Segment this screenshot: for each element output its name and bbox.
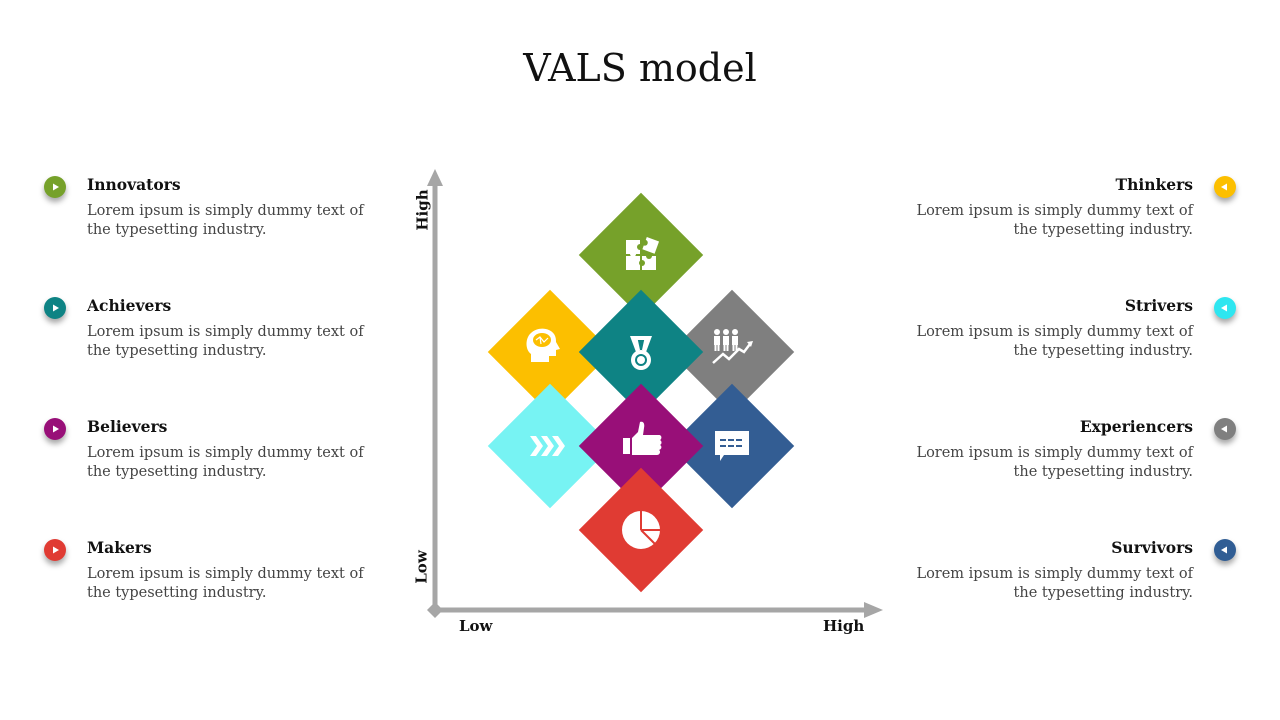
- x-axis-arrowhead: [864, 602, 883, 618]
- y-axis-arrowhead: [427, 169, 443, 186]
- puzzle-icon: [611, 225, 671, 285]
- pie-chart-icon: [611, 500, 671, 560]
- x-axis-low-label: Low: [459, 617, 493, 635]
- thumbs-up-icon: [611, 413, 671, 473]
- medal-icon: [611, 322, 671, 382]
- brain-head-icon: [513, 316, 573, 376]
- x-axis-high-label: High: [823, 617, 865, 635]
- chevrons-right-icon: [518, 416, 578, 476]
- y-axis-high-label: High: [413, 189, 432, 231]
- chat-bubble-icon: [702, 416, 762, 476]
- y-axis-low-label: Low: [412, 550, 431, 584]
- people-growth-icon: [703, 316, 763, 376]
- axis-origin-marker: [427, 602, 443, 618]
